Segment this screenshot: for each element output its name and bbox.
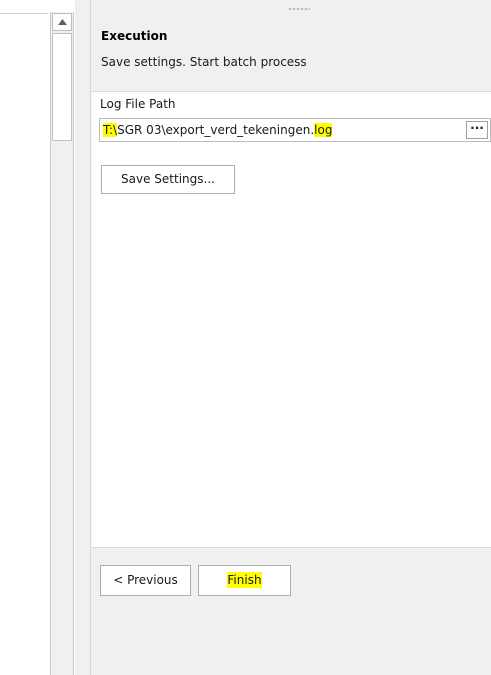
pane-splitter[interactable] [75,0,91,675]
wizard-window: Execution Save settings. Start batch pro… [0,0,491,675]
step-content-panel: Log File Path T:\SGR 03\export_verd_teke… [92,91,491,548]
save-settings-button[interactable]: Save Settings... [101,165,235,194]
tree-pane [0,0,75,675]
finish-button[interactable]: Finish [198,565,291,596]
resize-grip-icon[interactable] [288,8,310,10]
log-file-path-label: Log File Path [100,97,176,111]
log-file-path-value: T:\SGR 03\export_verd_tekeningen.log [103,123,333,137]
tree-divider [0,13,48,14]
path-drive-highlight: T:\ [103,123,118,137]
previous-button[interactable]: < Previous [100,565,191,596]
chevron-up-icon [58,19,67,25]
log-file-path-input[interactable]: T:\SGR 03\export_verd_tekeningen.log ··· [99,118,491,142]
path-extension-highlight: log [314,123,333,137]
path-middle-text: SGR 03\export_verd_tekeningen. [117,123,315,137]
scrollbar-thumb[interactable] [52,33,72,141]
step-title: Execution [101,29,168,43]
scroll-up-button[interactable] [52,13,72,31]
step-description: Save settings. Start batch process [101,55,307,69]
wizard-step-pane: Execution Save settings. Start batch pro… [91,0,491,675]
browse-button[interactable]: ··· [466,121,488,139]
vertical-scrollbar[interactable] [50,12,74,675]
finish-button-label: Finish [227,572,262,588]
